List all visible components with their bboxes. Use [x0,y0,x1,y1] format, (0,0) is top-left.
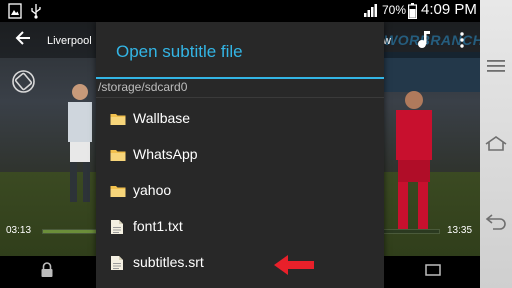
video-title-tail: w [383,35,391,47]
file-name: font1.txt [133,218,183,234]
back-arrow-icon[interactable] [14,28,34,48]
status-bar: 70% 4:09 PM [0,0,512,22]
clock: 4:09 PM [421,1,477,18]
file-name: yahoo [133,182,172,198]
footballer-left-figure [68,84,92,202]
usb-icon [31,4,41,19]
battery-percent: 70% [382,3,407,17]
open-subtitle-dialog: Open subtitle file /storage/sdcard0 Wall… [96,22,384,288]
dialog-title: Open subtitle file [116,42,243,61]
dialog-title-divider [96,77,384,79]
file-list-item[interactable]: WhatsApp [96,138,384,174]
footballer-right-figure [396,91,432,232]
nav-back-icon[interactable] [483,208,509,232]
lock-icon[interactable] [40,262,54,278]
menu-icon[interactable] [483,54,509,78]
signal-icon [364,4,377,17]
pitch-advert-board [380,52,480,92]
image-notification-icon [8,3,22,19]
rotate-icon[interactable] [11,69,36,94]
overflow-menu-icon[interactable] [459,32,465,48]
red-annotation-arrow-icon [274,255,314,275]
file-list-item[interactable]: yahoo [96,174,384,210]
screen: WORBRANCH Liverpool w 03:13 13:35 70% 4:… [0,0,512,288]
video-title: Liverpool [47,35,92,47]
battery-icon [408,3,417,19]
folder-icon [110,150,126,161]
file-name: WhatsApp [133,146,198,162]
aspect-ratio-icon[interactable] [425,264,441,276]
text-file-icon [111,220,123,234]
navigation-bar [480,0,512,288]
folder-icon [110,186,126,197]
file-list-item[interactable]: font1.txt [96,210,384,246]
file-list-item[interactable]: subtitles.srt [96,246,384,282]
time-elapsed: 03:13 [6,225,32,236]
file-list-item[interactable]: Wallbase [96,102,384,138]
path-divider [96,97,384,98]
folder-icon [110,114,126,125]
file-name: subtitles.srt [133,254,204,270]
home-icon[interactable] [483,132,509,156]
music-icon[interactable] [416,30,430,48]
time-total: 13:35 [447,225,473,236]
file-name: Wallbase [133,110,191,126]
text-file-icon [111,256,123,270]
current-path: /storage/sdcard0 [98,80,188,94]
